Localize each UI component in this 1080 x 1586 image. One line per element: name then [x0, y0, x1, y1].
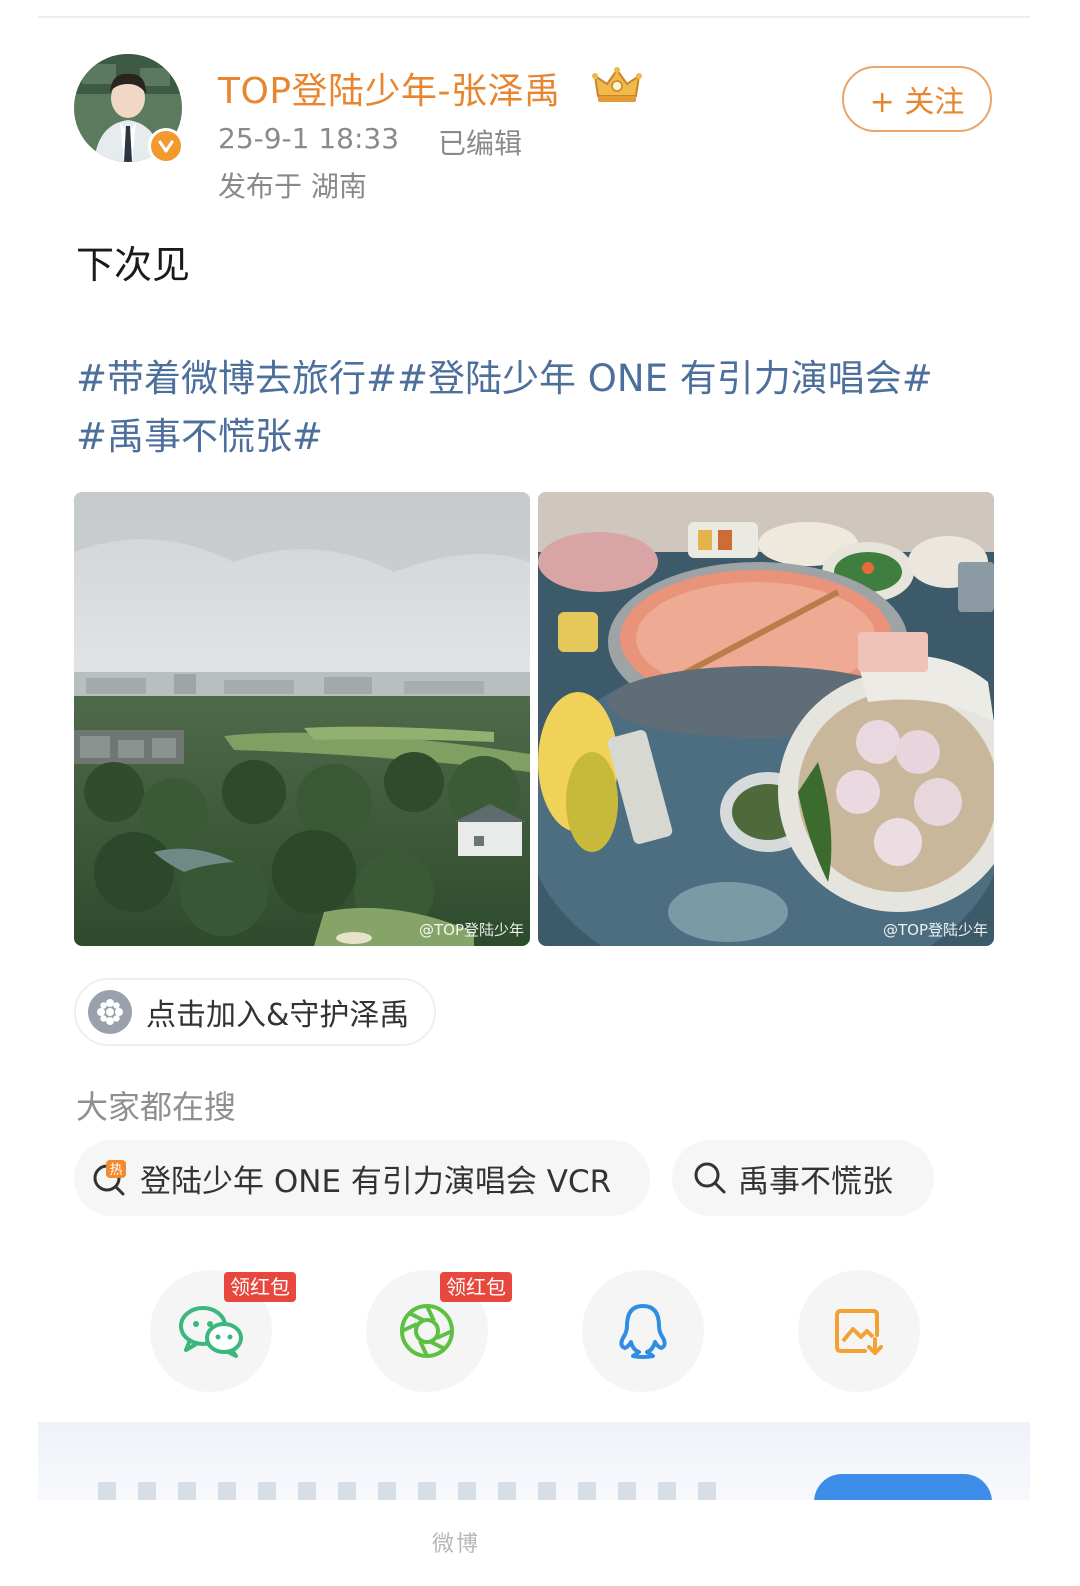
topic-list: #带着微博去旅行##登陆少年 ONE 有引力演唱会# #禹事不慌张#	[76, 350, 976, 466]
search-section-title: 大家都在搜	[76, 1088, 237, 1126]
wechat-icon	[179, 1306, 243, 1358]
user-name[interactable]: TOP登陆少年-张泽禹	[218, 62, 561, 114]
verified-badge-icon	[148, 128, 184, 164]
moments-icon	[400, 1304, 454, 1358]
topic-link-travel[interactable]: #带着微博去旅行#	[76, 357, 397, 400]
save-image-icon	[835, 1309, 883, 1355]
image-watermark: @TOP登陆少年	[418, 921, 524, 939]
post-image-hotpot[interactable]: @TOP登陆少年	[538, 492, 994, 946]
banner-text-cropped	[98, 1482, 738, 1500]
image-watermark: @TOP登陆少年	[882, 921, 988, 939]
post-location: 发布于 湖南	[218, 170, 367, 203]
hot-search-icon: 热	[93, 1160, 126, 1196]
bottom-banner[interactable]	[38, 1422, 1030, 1500]
svg-text:热: 热	[109, 1163, 122, 1178]
footer-watermark: 微博	[432, 1532, 481, 1557]
save-image-button[interactable]	[798, 1270, 920, 1392]
super-topic-chip[interactable]: 点击加入&守护泽禹	[74, 978, 436, 1046]
crown-icon[interactable]	[592, 66, 642, 104]
post-image-landscape[interactable]: @TOP登陆少年	[74, 492, 530, 946]
post-text: 下次见	[76, 243, 191, 287]
hot-search-label: 登陆少年 ONE 有引力演唱会 VCR	[140, 1163, 612, 1200]
red-packet-badge[interactable]: 领红包	[224, 1272, 296, 1302]
topic-link-zeyu[interactable]: #禹事不慌张#	[76, 415, 323, 458]
search-item[interactable]: 禹事不慌张	[672, 1140, 934, 1216]
post-time: 25-9-1 18:33	[218, 122, 400, 155]
qq-icon	[619, 1304, 667, 1359]
super-topic-label: 点击加入&守护泽禹	[146, 998, 410, 1033]
follow-button[interactable]: + 关注	[842, 66, 992, 132]
share-qq-button[interactable]	[582, 1270, 704, 1392]
search-icon	[694, 1162, 726, 1194]
topic-link-concert[interactable]: #登陆少年 ONE 有引力演唱会#	[397, 357, 933, 400]
edited-label[interactable]: 已编辑	[438, 122, 522, 162]
red-packet-badge[interactable]: 领红包	[440, 1272, 512, 1302]
banner-action-button[interactable]	[814, 1474, 992, 1500]
flower-icon	[88, 990, 132, 1034]
search-label: 禹事不慌张	[738, 1163, 893, 1200]
hot-search-item[interactable]: 热 登陆少年 ONE 有引力演唱会 VCR	[74, 1140, 650, 1216]
top-divider	[38, 16, 1030, 18]
